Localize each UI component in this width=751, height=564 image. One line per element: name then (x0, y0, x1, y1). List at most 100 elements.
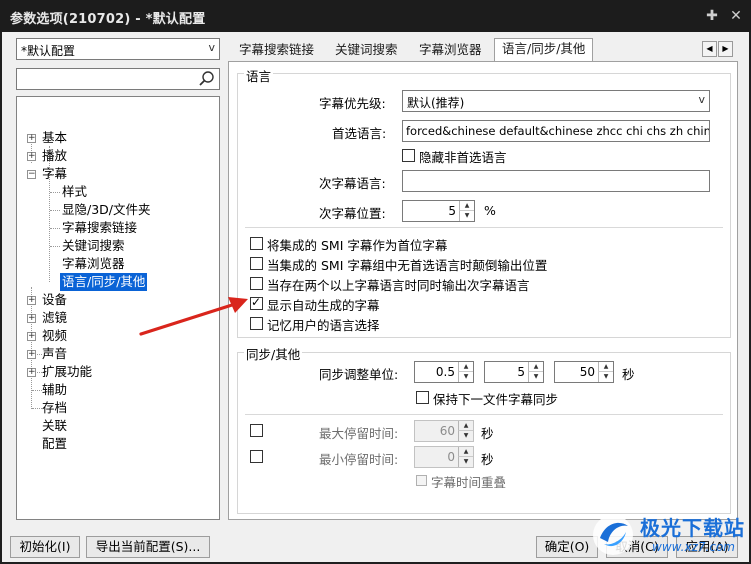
tree-item-video[interactable]: 视频 (42, 327, 67, 345)
overlap-label: 字幕时间重叠 (431, 475, 507, 490)
tree-item-audio[interactable]: 声音 (42, 345, 67, 363)
window-title: 参数选项(210702) - *默认配置 (10, 12, 206, 27)
tree-item-device[interactable]: 设备 (42, 291, 67, 309)
profile-select[interactable]: *默认配置 v (16, 38, 220, 60)
spin-down-icon[interactable]: ▼ (458, 372, 473, 382)
secondary-language-input[interactable] (402, 170, 710, 192)
option-label-1: 当集成的 SMI 字幕组中无首选语言时颠倒输出位置 (267, 258, 548, 273)
tree-item-archive[interactable]: 存档 (42, 399, 67, 417)
spin-up-icon[interactable]: ▲ (459, 201, 474, 211)
pin-icon[interactable]: ✚ (702, 6, 722, 26)
title-bar[interactable]: 参数选项(210702) - *默认配置 ✚ ✕ (0, 0, 751, 32)
hide-non-preferred-label: 隐藏非首选语言 (419, 150, 507, 165)
spin-up-icon[interactable]: ▲ (458, 421, 473, 431)
sync-step-spinner-1[interactable]: 0.5 ▲ ▼ (414, 361, 474, 383)
option-checkbox-1[interactable] (250, 257, 263, 270)
options-tree[interactable]: + 基本 + 播放 − 字幕 样式 显隐/3D/文件夹 字幕搜索链接 关键词搜索… (16, 96, 220, 520)
option-checkbox-4[interactable] (250, 317, 263, 330)
spin-down-icon[interactable]: ▼ (598, 372, 613, 382)
secondary-pos-spinner[interactable]: 5 ▲ ▼ (402, 200, 475, 222)
option-label-4: 记忆用户的语言选择 (267, 318, 380, 333)
collapse-icon[interactable]: − (27, 170, 36, 179)
secondary-lang-label: 次字幕语言: (319, 176, 386, 191)
spin-down-icon[interactable]: ▼ (458, 431, 473, 441)
tree-item-show-hide[interactable]: 显隐/3D/文件夹 (62, 201, 151, 219)
max-time-spinner[interactable]: 60 ▲ ▼ (414, 420, 474, 442)
dialog-client: *默认配置 v + 基本 + 播放 − 字幕 样式 显隐/3D/文件夹 字幕搜索… (2, 32, 749, 562)
min-time-spinner[interactable]: 0 ▲ ▼ (414, 446, 474, 468)
tree-item-sub-search-links[interactable]: 字幕搜索链接 (62, 219, 137, 237)
tab-lang-sync-other[interactable]: 语言/同步/其他 (494, 38, 594, 62)
max-time-checkbox[interactable] (250, 424, 263, 437)
sync-step-spinner-2[interactable]: 5 ▲ ▼ (484, 361, 544, 383)
tree-search-input[interactable] (16, 68, 220, 90)
option-label-2: 当存在两个以上字幕语言时同时输出次字幕语言 (267, 278, 530, 293)
tree-item-basic[interactable]: 基本 (42, 129, 67, 147)
tab-keyword-search[interactable]: 关键词搜索 (328, 40, 405, 61)
option-checkbox-3[interactable] (250, 295, 263, 310)
secondary-pos-value: 5 (448, 204, 456, 218)
option-checkbox-2[interactable] (250, 277, 263, 290)
expand-icon[interactable]: + (27, 368, 36, 377)
hide-non-preferred-checkbox[interactable] (402, 149, 415, 162)
watermark-brand: 极光下载站 (640, 516, 745, 540)
tab-sub-search-links[interactable]: 字幕搜索链接 (232, 40, 321, 61)
min-time-value: 0 (447, 450, 455, 464)
tree-item-association[interactable]: 关联 (42, 417, 67, 435)
tree-item-filter[interactable]: 滤镜 (42, 309, 67, 327)
expand-icon[interactable]: + (27, 350, 36, 359)
sync-step-unit: 秒 (622, 367, 635, 382)
ok-button[interactable]: 确定(O) (536, 536, 598, 558)
expand-icon[interactable]: + (27, 314, 36, 323)
expand-icon[interactable]: + (27, 332, 36, 341)
tree-item-style[interactable]: 样式 (62, 183, 87, 201)
spin-down-icon[interactable]: ▼ (459, 211, 474, 221)
close-icon[interactable]: ✕ (726, 6, 746, 26)
expand-icon[interactable]: + (27, 152, 36, 161)
option-checkbox-0[interactable] (250, 237, 263, 250)
watermark-url: www.xz7.com (652, 540, 735, 554)
sync-step-label: 同步调整单位: (319, 367, 399, 382)
tree-item-subtitle[interactable]: 字幕 (42, 165, 67, 183)
tree-item-assist[interactable]: 辅助 (42, 381, 67, 399)
secondary-pos-label: 次字幕位置: (319, 206, 386, 221)
tab-next-icon[interactable]: ▶ (718, 41, 733, 57)
spin-up-icon[interactable]: ▲ (458, 447, 473, 457)
expand-icon[interactable]: + (27, 296, 36, 305)
init-button[interactable]: 初始化(I) (10, 536, 80, 558)
max-time-unit: 秒 (481, 426, 494, 441)
tree-item-config[interactable]: 配置 (42, 435, 67, 453)
search-icon[interactable] (198, 70, 216, 88)
language-group-title: 语言 (244, 66, 274, 85)
brand-logo-icon (593, 515, 633, 555)
spin-down-icon[interactable]: ▼ (458, 457, 473, 467)
overlap-checkbox[interactable] (416, 475, 427, 486)
min-time-checkbox[interactable] (250, 450, 263, 463)
keep-sync-checkbox[interactable] (416, 391, 429, 404)
min-time-unit: 秒 (481, 452, 494, 467)
sync-step-spinner-3[interactable]: 50 ▲ ▼ (554, 361, 614, 383)
priority-select[interactable]: 默认(推荐) v (402, 90, 710, 112)
min-time-label: 最小停留时间: (319, 452, 399, 467)
tree-item-extensions[interactable]: 扩展功能 (42, 363, 92, 381)
sync-step-value-2: 5 (517, 365, 525, 379)
tree-item-playback[interactable]: 播放 (42, 147, 67, 165)
spin-down-icon[interactable]: ▼ (528, 372, 543, 382)
option-label-0: 将集成的 SMI 字幕作为首位字幕 (267, 238, 448, 253)
tab-prev-icon[interactable]: ◀ (702, 41, 717, 57)
tree-item-lang-sync-other[interactable]: 语言/同步/其他 (60, 273, 148, 291)
export-config-button[interactable]: 导出当前配置(S)... (86, 536, 210, 558)
expand-icon[interactable]: + (27, 134, 36, 143)
preferred-language-input[interactable]: forced&chinese default&chinese zhcc chi … (402, 120, 710, 142)
tree-item-sub-browser[interactable]: 字幕浏览器 (62, 255, 125, 273)
spin-up-icon[interactable]: ▲ (458, 362, 473, 372)
sync-step-value-3: 50 (579, 365, 595, 379)
spin-up-icon[interactable]: ▲ (528, 362, 543, 372)
option-label-3: 显示自动生成的字幕 (267, 298, 380, 313)
chevron-down-icon: v (698, 93, 705, 106)
tab-sub-browser[interactable]: 字幕浏览器 (412, 40, 489, 61)
sync-group-title: 同步/其他 (244, 344, 303, 363)
sync-step-value-1: 0.5 (435, 365, 455, 379)
spin-up-icon[interactable]: ▲ (598, 362, 613, 372)
tree-item-keyword-search[interactable]: 关键词搜索 (62, 237, 125, 255)
